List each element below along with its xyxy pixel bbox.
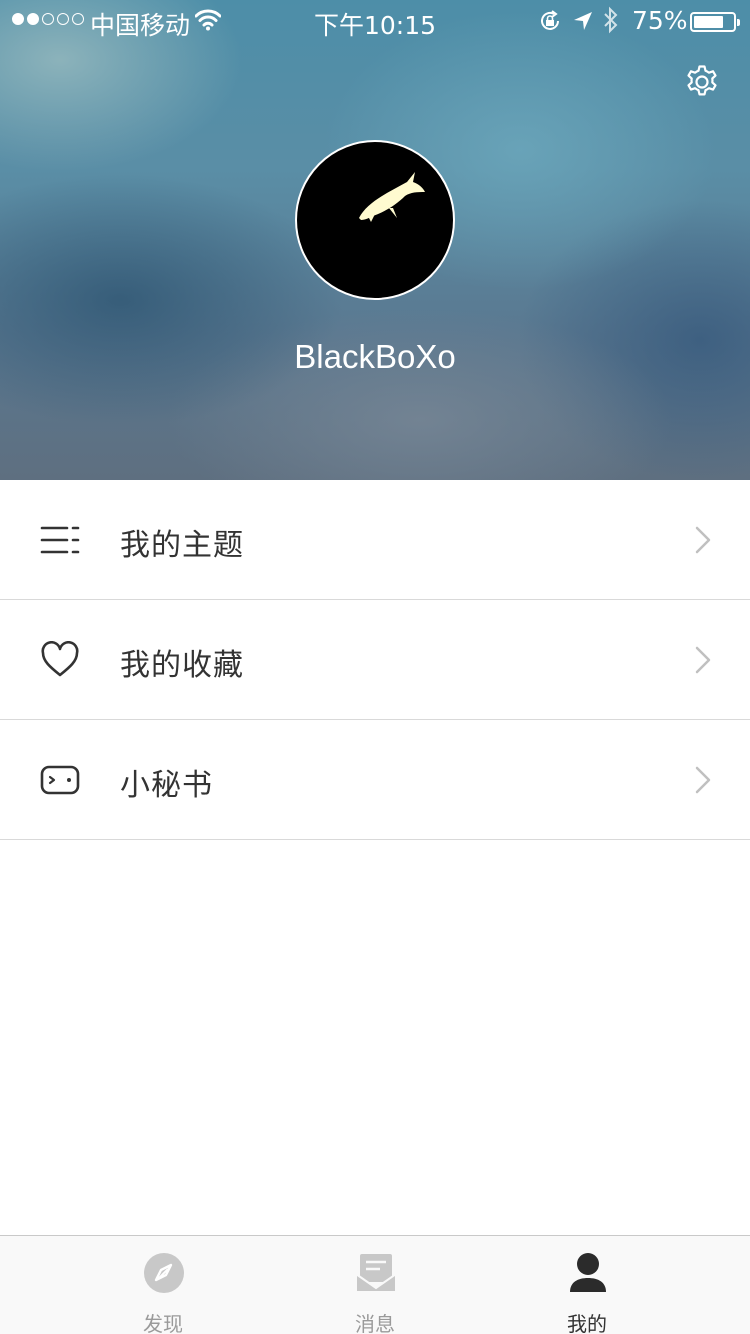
gear-icon[interactable] bbox=[684, 64, 720, 100]
menu-item-my-topics[interactable]: 我的主题 bbox=[0, 480, 750, 600]
bluetooth-icon bbox=[602, 6, 620, 40]
menu-item-my-favorites[interactable]: 我的收藏 bbox=[0, 600, 750, 720]
tab-bar: 发现 消息 我的 bbox=[0, 1235, 750, 1334]
profile-header: 中国移动 下午10:15 75% BlackBoXo bbox=[0, 0, 750, 480]
tab-label: 消息 bbox=[355, 1312, 395, 1334]
battery-percentage: 75% bbox=[632, 6, 688, 35]
profile-menu: 我的主题 我的收藏 小秘书 bbox=[0, 480, 750, 840]
status-bar: 中国移动 下午10:15 75% bbox=[0, 0, 750, 40]
rotation-lock-icon bbox=[538, 9, 562, 39]
location-arrow-icon bbox=[572, 9, 594, 38]
message-icon bbox=[355, 1252, 397, 1294]
menu-item-label: 我的主题 bbox=[120, 528, 244, 563]
menu-item-label: 小秘书 bbox=[120, 768, 213, 803]
menu-item-assistant[interactable]: 小秘书 bbox=[0, 720, 750, 840]
tab-label: 我的 bbox=[567, 1312, 607, 1334]
fish-icon bbox=[359, 172, 425, 222]
compass-icon bbox=[143, 1252, 185, 1294]
avatar[interactable] bbox=[295, 140, 455, 300]
chevron-right-icon bbox=[694, 646, 712, 674]
heart-icon bbox=[40, 640, 80, 679]
tab-label: 发现 bbox=[143, 1312, 183, 1334]
tab-discover[interactable]: 发现 bbox=[93, 1236, 233, 1334]
robot-icon bbox=[40, 761, 80, 799]
chevron-right-icon bbox=[694, 526, 712, 554]
battery-icon bbox=[690, 12, 740, 32]
menu-item-label: 我的收藏 bbox=[120, 648, 244, 683]
user-icon bbox=[567, 1252, 609, 1294]
tab-me[interactable]: 我的 bbox=[517, 1236, 657, 1334]
username: BlackBoXo bbox=[294, 338, 456, 375]
tab-messages[interactable]: 消息 bbox=[305, 1236, 445, 1334]
chevron-right-icon bbox=[694, 766, 712, 794]
list-icon bbox=[40, 521, 80, 559]
